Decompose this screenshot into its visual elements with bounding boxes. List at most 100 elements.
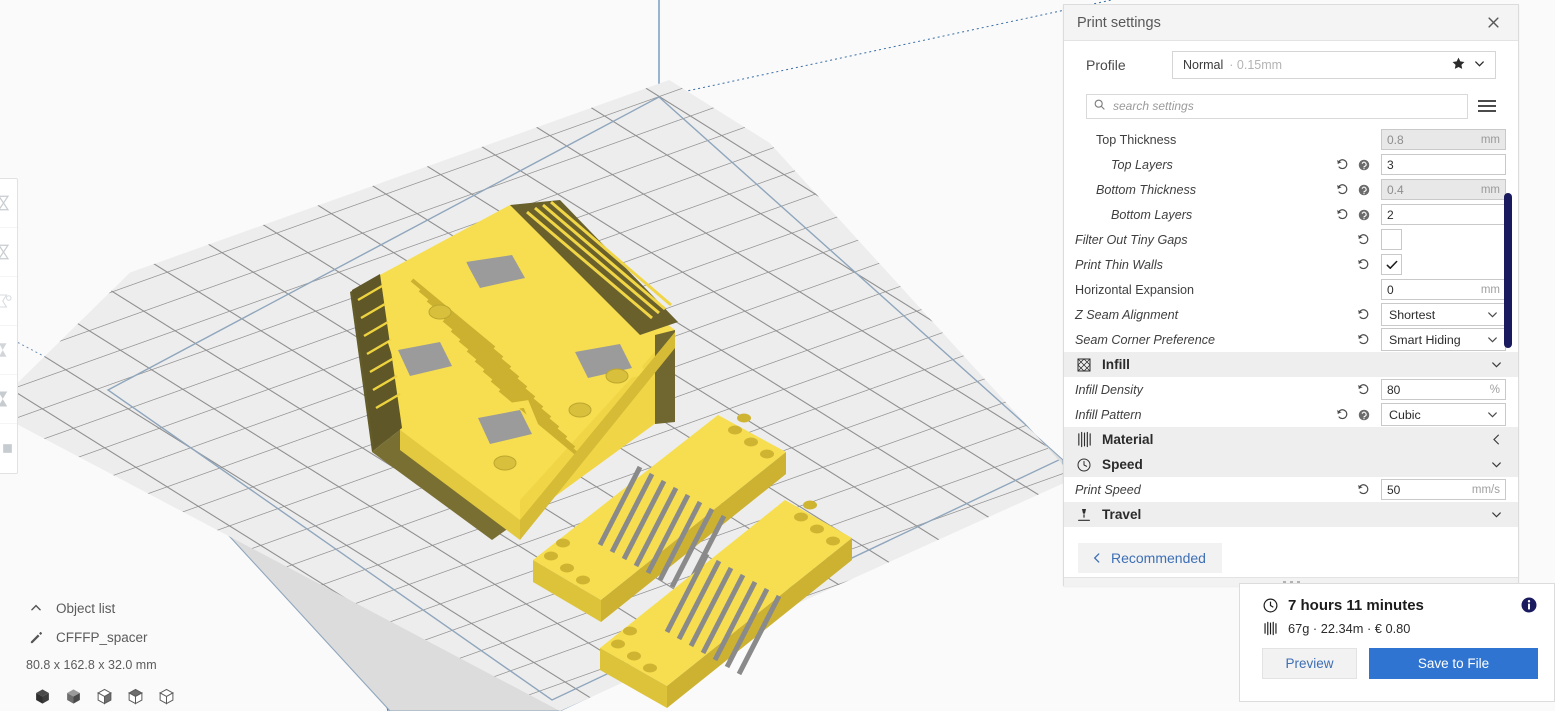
mirror-tool-icon bbox=[0, 343, 7, 357]
rotate-tool-icon bbox=[0, 294, 12, 308]
front-cube-icon[interactable] bbox=[96, 688, 113, 708]
setting-label: Z Seam Alignment bbox=[1075, 307, 1179, 322]
move-tool[interactable] bbox=[0, 179, 17, 228]
setting-value-field: 0.8 mm bbox=[1381, 129, 1506, 150]
chevron-up-icon bbox=[26, 601, 46, 615]
settings-category-travel[interactable]: Travel bbox=[1064, 502, 1518, 527]
revert-icon[interactable] bbox=[1356, 232, 1371, 247]
setting-value-field[interactable]: 50 mm/s bbox=[1381, 479, 1506, 500]
setting-row-icons bbox=[1335, 232, 1381, 247]
revert-icon[interactable] bbox=[1356, 307, 1371, 322]
close-icon[interactable] bbox=[1482, 12, 1504, 34]
setting-row-icons bbox=[1335, 182, 1381, 197]
setting-checkbox[interactable] bbox=[1381, 254, 1402, 275]
chevron-left-icon[interactable] bbox=[1489, 432, 1504, 447]
setting-unit: mm bbox=[1480, 283, 1500, 296]
setting-value: 0.4 bbox=[1387, 182, 1404, 197]
setting-control bbox=[1381, 229, 1506, 250]
setting-value-field[interactable]: 80% bbox=[1381, 379, 1506, 400]
settings-category-speed[interactable]: Speed bbox=[1064, 452, 1518, 477]
setting-value: 3 bbox=[1387, 157, 1394, 172]
shaded-cube-icon[interactable] bbox=[65, 688, 82, 708]
linked-value-icon[interactable] bbox=[1357, 208, 1371, 222]
left-toolbar[interactable] bbox=[0, 178, 18, 474]
setting-row-icons bbox=[1335, 332, 1381, 347]
save-to-file-button[interactable]: Save to File bbox=[1369, 648, 1538, 679]
outline-cube-icon[interactable] bbox=[158, 688, 175, 708]
setting-value: Cubic bbox=[1389, 407, 1421, 422]
settings-scroll-area[interactable]: Top Thickness 0.8 mm Top Layers 3 Bottom Thic… bbox=[1064, 127, 1518, 531]
settings-category-infill[interactable]: Infill bbox=[1064, 352, 1518, 377]
chevron-down-icon[interactable] bbox=[1489, 357, 1504, 372]
setting-row-icons bbox=[1335, 482, 1381, 497]
setting-unit: mm bbox=[1480, 133, 1500, 146]
setting-dropdown[interactable]: Shortest bbox=[1381, 303, 1506, 326]
per-model-settings-tool[interactable] bbox=[0, 375, 17, 424]
settings-category-material[interactable]: Material bbox=[1064, 427, 1518, 452]
info-icon[interactable] bbox=[1520, 596, 1538, 614]
revert-icon[interactable] bbox=[1356, 382, 1371, 397]
check-icon bbox=[1385, 258, 1399, 272]
object-list-title: Object list bbox=[56, 600, 116, 616]
revert-icon[interactable] bbox=[1356, 482, 1371, 497]
solid-cube-icon[interactable] bbox=[34, 688, 51, 708]
job-action-buttons: Preview Save to File bbox=[1262, 648, 1538, 679]
linked-value-icon[interactable] bbox=[1357, 158, 1371, 172]
revert-icon[interactable] bbox=[1356, 257, 1371, 272]
setting-control: 50 mm/s bbox=[1381, 479, 1506, 500]
revert-icon[interactable] bbox=[1335, 157, 1350, 172]
object-list-header[interactable]: Object list bbox=[26, 596, 326, 620]
settings-scrollbar[interactable] bbox=[1504, 193, 1512, 348]
mirror-tool[interactable] bbox=[0, 326, 17, 375]
revert-icon[interactable] bbox=[1335, 182, 1350, 197]
linked-value-icon[interactable] bbox=[1357, 183, 1371, 197]
chevron-down-icon bbox=[1485, 407, 1500, 422]
revert-icon[interactable] bbox=[1335, 407, 1350, 422]
setting-value-field[interactable]: 3 bbox=[1381, 154, 1506, 175]
chevron-down-icon bbox=[1485, 307, 1500, 322]
setting-value: 80 bbox=[1387, 382, 1401, 397]
chevron-down-icon[interactable] bbox=[1489, 507, 1504, 522]
material-icon bbox=[1076, 431, 1102, 448]
recommended-button[interactable]: Recommended bbox=[1078, 543, 1222, 573]
setting-row: Print Thin Walls bbox=[1064, 252, 1518, 277]
setting-value-field: 0.4 mm bbox=[1381, 179, 1506, 200]
setting-checkbox[interactable] bbox=[1381, 229, 1402, 250]
search-box[interactable] bbox=[1086, 93, 1468, 119]
star-icon[interactable] bbox=[1451, 56, 1466, 74]
clock-icon bbox=[1262, 597, 1279, 614]
category-label: Infill bbox=[1102, 357, 1130, 372]
object-list-item[interactable]: CFFFP_spacer bbox=[26, 625, 326, 649]
category-label: Material bbox=[1102, 432, 1154, 447]
preview-button[interactable]: Preview bbox=[1262, 648, 1357, 679]
linked-value-icon[interactable] bbox=[1357, 408, 1371, 422]
setting-value-field[interactable]: 2 bbox=[1381, 204, 1506, 225]
search-input[interactable] bbox=[1111, 98, 1461, 114]
setting-value: 0.8 bbox=[1387, 132, 1404, 147]
setting-value-field[interactable]: 0 mm bbox=[1381, 279, 1506, 300]
setting-dropdown[interactable]: Smart Hiding bbox=[1381, 328, 1506, 351]
rotate-tool[interactable] bbox=[0, 277, 17, 326]
setting-label: Print Speed bbox=[1075, 482, 1141, 497]
view-cube-buttons[interactable] bbox=[34, 688, 326, 708]
setting-row: Horizontal Expansion 0 mm bbox=[1064, 277, 1518, 302]
revert-icon[interactable] bbox=[1356, 332, 1371, 347]
chevron-down-icon bbox=[1485, 332, 1500, 347]
scale-tool[interactable] bbox=[0, 228, 17, 277]
setting-value: 50 bbox=[1387, 482, 1401, 497]
object-list-panel[interactable]: Object list CFFFP_spacer 80.8 x 162.8 x … bbox=[26, 596, 326, 708]
chevron-down-icon[interactable] bbox=[1489, 457, 1504, 472]
print-settings-panel[interactable]: Print settings Profile Normal · 0.15mm s… bbox=[1063, 4, 1519, 586]
setting-label: Top Thickness bbox=[1096, 132, 1177, 147]
chevron-down-icon[interactable] bbox=[1472, 56, 1487, 74]
revert-icon[interactable] bbox=[1335, 207, 1350, 222]
hamburger-menu-icon[interactable] bbox=[1478, 97, 1496, 115]
setting-dropdown[interactable]: Cubic bbox=[1381, 403, 1506, 426]
profile-select[interactable]: Normal · 0.15mm bbox=[1172, 51, 1496, 79]
scale-tool-icon bbox=[0, 244, 10, 260]
setting-control: 0.4 mm bbox=[1381, 179, 1506, 200]
top-cube-icon[interactable] bbox=[127, 688, 144, 708]
setting-control: 0.8 mm bbox=[1381, 129, 1506, 150]
print-settings-footer: Recommended bbox=[1064, 531, 1518, 586]
support-blocker-tool[interactable] bbox=[0, 424, 17, 473]
